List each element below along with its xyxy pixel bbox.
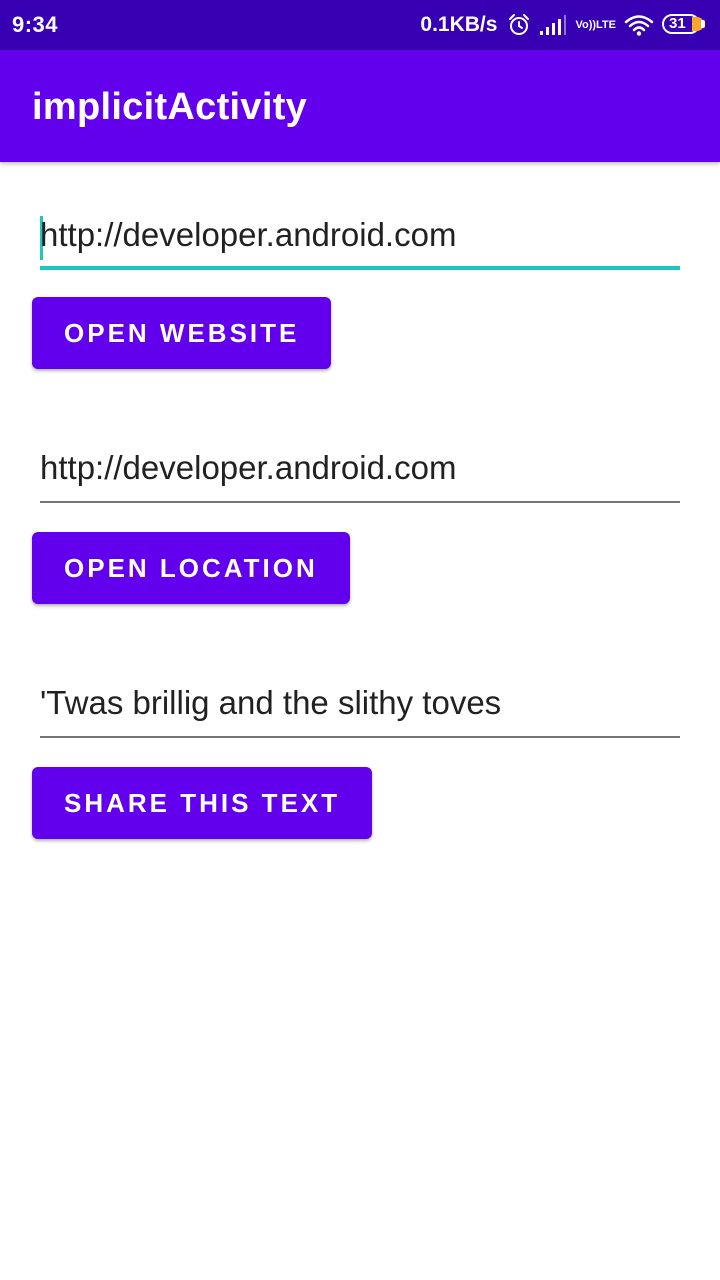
network-speed: 0.1KB/s <box>420 13 498 36</box>
volte-bottom-label: LTE <box>596 19 616 31</box>
battery-level: 31 <box>669 15 686 32</box>
status-icons: 0.1KB/s Vo)) LTE 31 <box>420 10 710 40</box>
open-website-button[interactable]: OPEN WEBSITE <box>32 297 332 369</box>
battery-icon: 31 <box>662 14 706 36</box>
wifi-icon <box>624 14 654 36</box>
alarm-icon <box>507 13 531 37</box>
website-input-text: http://developer.android.com <box>40 216 457 253</box>
status-time: 9:34 <box>12 12 59 37</box>
status-bar: 9:34 0.1KB/s Vo)) LTE 31 <box>0 0 720 50</box>
volte-top-label: Vo)) <box>575 19 597 31</box>
app-bar: implicitActivity <box>0 50 720 162</box>
share-input-underline <box>40 736 680 738</box>
app-title: implicitActivity <box>32 86 308 128</box>
location-input-text: http://developer.android.com <box>40 449 457 486</box>
volte-icon: Vo)) LTE <box>575 19 616 31</box>
share-input[interactable]: 'Twas brillig and the slithy toves <box>40 678 680 738</box>
website-input[interactable]: http://developer.android.com <box>40 210 680 270</box>
website-input-underline <box>40 266 680 270</box>
share-input-text: 'Twas brillig and the slithy toves <box>40 684 502 721</box>
share-text-button[interactable]: SHARE THIS TEXT <box>32 767 373 839</box>
signal-icon <box>539 14 567 36</box>
battery-cap <box>701 20 705 28</box>
open-location-button[interactable]: OPEN LOCATION <box>32 532 350 604</box>
location-input[interactable]: http://developer.android.com <box>40 443 680 503</box>
location-input-underline <box>40 501 680 503</box>
